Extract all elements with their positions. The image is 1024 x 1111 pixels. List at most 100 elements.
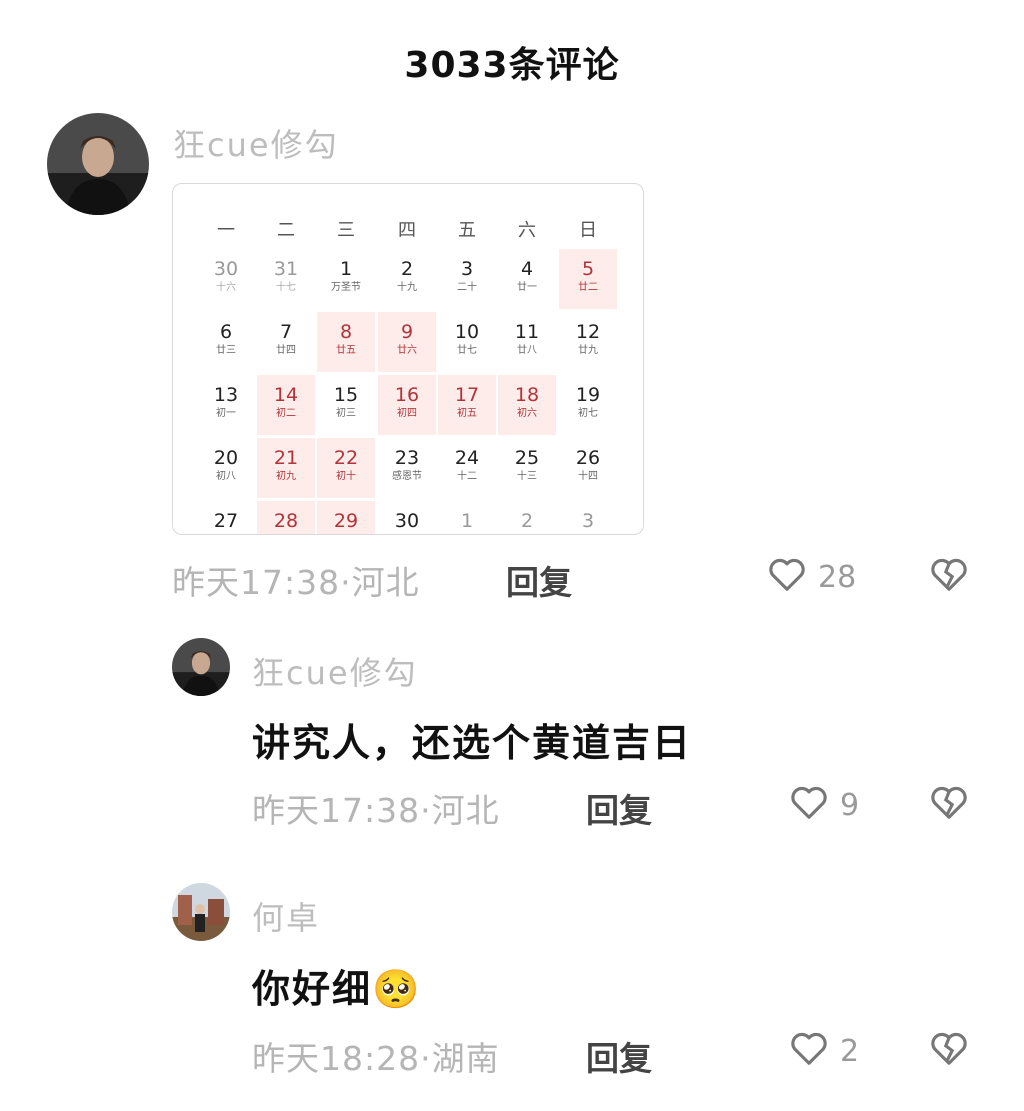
broken-heart-icon[interactable] [930, 785, 968, 825]
calendar-weekday: 三 [337, 220, 355, 241]
calendar-day-number: 12 [575, 321, 601, 343]
calendar-lunar-date: 廿七 [457, 345, 477, 356]
calendar-day: 8 廿五 [317, 312, 375, 372]
calendar-day: 31 十七 [257, 249, 315, 309]
avatar[interactable] [172, 638, 230, 696]
heart-outline-icon[interactable] [790, 1031, 828, 1071]
calendar-lunar-date: 万圣节 [331, 282, 361, 293]
calendar-day-number: 13 [213, 384, 239, 406]
calendar-day: 18 初六 [498, 375, 556, 435]
calendar-day: 15 初三 [317, 375, 375, 435]
calendar-day: 21 初九 [257, 438, 315, 498]
calendar-lunar-date: 初四 [397, 408, 417, 419]
comment-meta: 昨天17:38·河北 [252, 791, 500, 830]
calendar-day: 26 十四 [559, 438, 617, 498]
calendar-day: 24 十二 [438, 438, 496, 498]
calendar-lunar-date: 初五 [457, 408, 477, 419]
reply-button[interactable]: 回复 [586, 1032, 652, 1080]
broken-heart-icon[interactable] [930, 557, 968, 597]
calendar-lunar-date: 十四 [578, 471, 598, 482]
username[interactable]: 何卓 [252, 893, 320, 939]
avatar[interactable] [172, 883, 230, 941]
calendar-day-number: 24 [454, 447, 480, 469]
calendar-day-number: 4 [520, 258, 534, 280]
calendar-lunar-date: 初二 [276, 408, 296, 419]
calendar-day: 3 [559, 501, 617, 534]
calendar-day: 10 廿七 [438, 312, 496, 372]
reply-button[interactable]: 回复 [586, 784, 652, 832]
calendar-day-number: 17 [454, 384, 480, 406]
calendar-weekday: 四 [398, 220, 416, 241]
calendar-day: 7 廿四 [257, 312, 315, 372]
comment-meta: 昨天18:28·湖南 [252, 1039, 500, 1078]
calendar-weekday: 二 [277, 220, 295, 241]
calendar-day: 22 初十 [317, 438, 375, 498]
calendar-day-number: 3 [460, 258, 474, 280]
calendar-lunar-date: 廿一 [517, 282, 537, 293]
calendar-lunar-date: 初一 [216, 408, 236, 419]
calendar-day-number: 2 [520, 510, 534, 532]
calendar-day-number: 23 [394, 447, 420, 469]
calendar-day: 5 廿二 [559, 249, 617, 309]
calendar-day: 9 廿六 [378, 312, 436, 372]
calendar-lunar-date: 初八 [216, 471, 236, 482]
calendar-day: 28 [257, 501, 315, 534]
calendar-day: 17 初五 [438, 375, 496, 435]
calendar-weekday: 日 [579, 220, 597, 241]
calendar-lunar-date: 初三 [336, 408, 356, 419]
comment-text: 你好细🥺 [252, 958, 421, 1013]
calendar-day: 4 廿一 [498, 249, 556, 309]
heart-outline-icon[interactable] [768, 557, 806, 597]
heart-outline-icon[interactable] [790, 785, 828, 825]
calendar-day-number: 15 [333, 384, 359, 406]
calendar-day-number: 5 [581, 258, 595, 280]
calendar-lunar-date: 初九 [276, 471, 296, 482]
username[interactable]: 狂cue修勾 [252, 648, 418, 694]
username[interactable]: 狂cue修勾 [173, 120, 339, 166]
calendar-day: 16 初四 [378, 375, 436, 435]
calendar-lunar-date: 初六 [517, 408, 537, 419]
calendar-day: 2 [498, 501, 556, 534]
calendar-day-number: 14 [273, 384, 299, 406]
calendar-lunar-date: 廿六 [397, 345, 417, 356]
calendar-lunar-date: 廿四 [276, 345, 296, 356]
calendar-day-number: 25 [514, 447, 540, 469]
calendar-day-number: 30 [394, 510, 420, 532]
calendar-lunar-date: 廿二 [578, 282, 598, 293]
comment-text-body: 你好细 [252, 967, 373, 1011]
calendar-day: 2 十九 [378, 249, 436, 309]
calendar-day: 23 感恩节 [378, 438, 436, 498]
calendar-lunar-date: 十九 [397, 282, 417, 293]
calendar-day: 30 [378, 501, 436, 534]
calendar-lunar-date: 十三 [517, 471, 537, 482]
calendar-day-number: 20 [213, 447, 239, 469]
calendar-weekday: 五 [458, 220, 476, 241]
calendar-lunar-date: 感恩节 [392, 471, 422, 482]
page-title: 3033条评论 [404, 45, 620, 86]
calendar-day: 1 [438, 501, 496, 534]
calendar-day: 13 初一 [197, 375, 255, 435]
calendar-day-number: 22 [333, 447, 359, 469]
calendar-lunar-date: 二十 [457, 282, 477, 293]
like-count: 2 [840, 1034, 860, 1069]
calendar-day-number: 9 [400, 321, 414, 343]
calendar-day: 30 十六 [197, 249, 255, 309]
calendar-day-number: 26 [575, 447, 601, 469]
calendar-day: 29 [317, 501, 375, 534]
reply-button[interactable]: 回复 [506, 556, 572, 604]
calendar-lunar-date: 廿三 [216, 345, 236, 356]
calendar-day: 19 初七 [559, 375, 617, 435]
calendar-day: 25 十三 [498, 438, 556, 498]
calendar-day-number: 2 [400, 258, 414, 280]
avatar[interactable] [47, 113, 149, 215]
calendar-day-number: 18 [514, 384, 540, 406]
calendar-day-number: 6 [219, 321, 233, 343]
calendar-day: 1 万圣节 [317, 249, 375, 309]
calendar-lunar-date: 廿九 [578, 345, 598, 356]
broken-heart-icon[interactable] [930, 1031, 968, 1071]
calendar-day-number: 19 [575, 384, 601, 406]
calendar-image: 一二三四五六日 30 十六 31 十七 1 万圣节 2 十九 3 二十 4 廿一 5 廿二 6 廿三 7 廿四 8 廿五… [172, 183, 644, 535]
calendar-weekday: 六 [518, 220, 536, 241]
calendar-day-number: 3 [581, 510, 595, 532]
calendar-day-number: 1 [339, 258, 353, 280]
